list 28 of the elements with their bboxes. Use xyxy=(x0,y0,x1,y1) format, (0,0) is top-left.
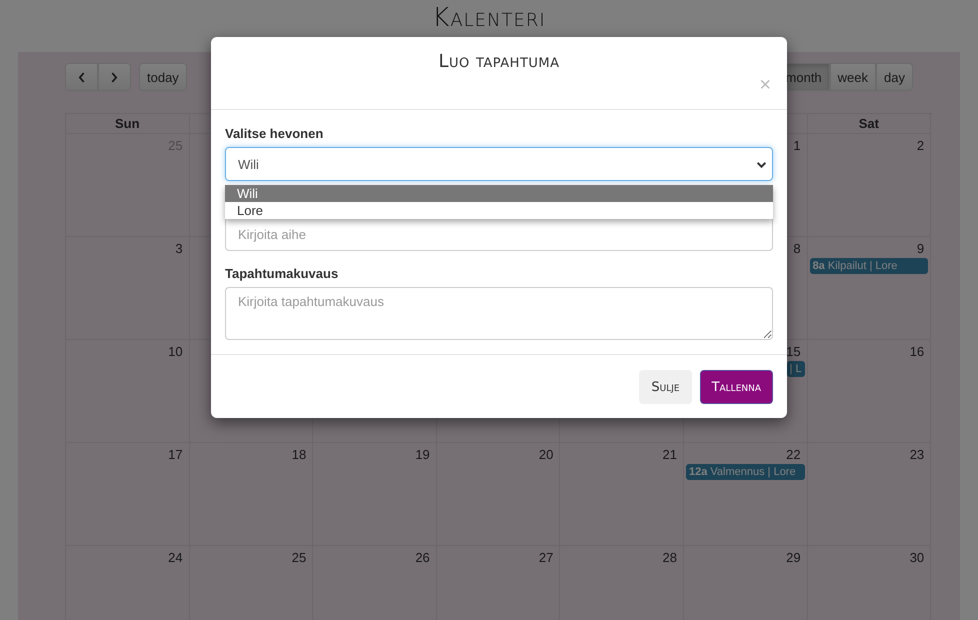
day-number: 17 xyxy=(167,446,184,464)
page-title: Kalenteri xyxy=(431,2,547,35)
day-number: 2 xyxy=(916,137,926,155)
day-number: 28 xyxy=(662,549,678,567)
day-number: 18 xyxy=(290,446,308,464)
day-number: 10 xyxy=(167,343,184,361)
day-number: 29 xyxy=(785,549,802,567)
day-number: 21 xyxy=(662,446,678,464)
day-number: 8 xyxy=(792,240,802,258)
day-number: 30 xyxy=(908,549,926,567)
day-number: 20 xyxy=(538,446,554,464)
weekday-header: Sat xyxy=(808,114,932,134)
day-number: 9 xyxy=(916,240,926,258)
modal-title: Luo tapahtuma xyxy=(437,50,561,72)
field-label: Tapahtumakuvaus xyxy=(225,265,338,283)
day-number: 26 xyxy=(414,549,431,567)
day-number: 3 xyxy=(174,240,184,258)
day-number: 19 xyxy=(414,446,431,464)
day-number: 1 xyxy=(792,137,802,155)
day-number: 22 xyxy=(785,446,802,464)
day-number: 27 xyxy=(538,549,554,567)
day-number: 15 xyxy=(785,343,802,361)
day-number: 24 xyxy=(167,549,184,567)
day-number: 16 xyxy=(908,343,926,361)
weekday-header: Sun xyxy=(66,114,190,134)
day-number: 23 xyxy=(908,446,926,464)
day-number: 25 xyxy=(290,549,308,567)
field-label: Valitse hevonen xyxy=(225,125,324,143)
